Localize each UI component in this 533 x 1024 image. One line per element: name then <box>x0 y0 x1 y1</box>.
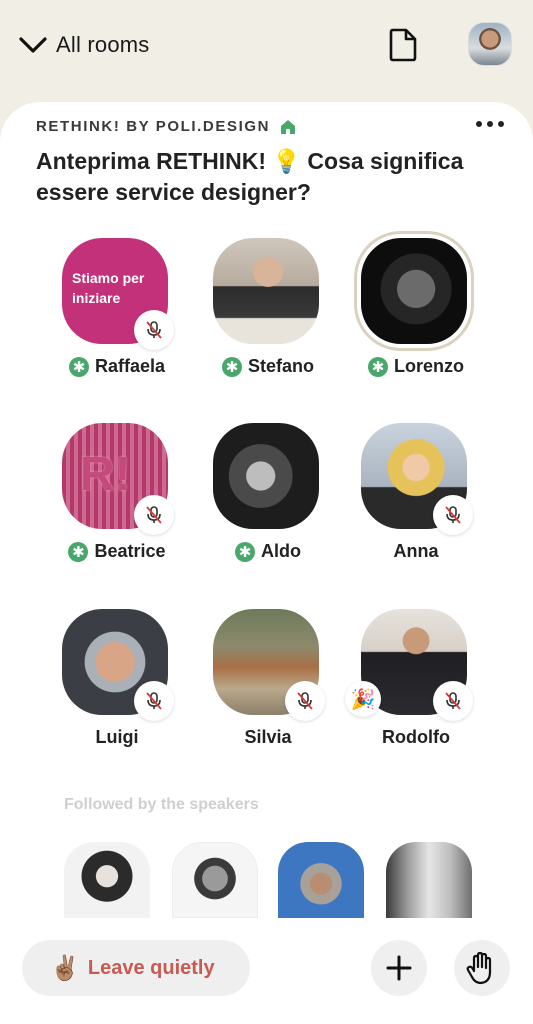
speaker-beatrice[interactable]: R! ✱ Beatrice <box>42 423 192 593</box>
mic-muted-icon <box>285 681 325 721</box>
party-popper-icon: 🎉 <box>345 681 381 717</box>
moderator-badge-icon: ✱ <box>235 541 255 562</box>
more-dots-icon[interactable] <box>472 114 508 134</box>
moderator-badge-icon: ✱ <box>68 356 89 377</box>
followed-section-label: Followed by the speakers <box>64 796 259 813</box>
speaker-name: Silvia <box>244 727 292 747</box>
follower-avatar[interactable] <box>172 842 258 918</box>
top-bar: All rooms <box>0 0 533 98</box>
speaker-name: Raffaela <box>94 356 166 376</box>
speaker-name-row: Silvia <box>193 727 343 748</box>
follower-avatar[interactable] <box>386 842 472 918</box>
speaker-name-row: ✱ Raffaela <box>42 356 192 377</box>
avatar <box>361 238 467 344</box>
add-button[interactable] <box>371 940 427 996</box>
mic-muted-icon <box>134 681 174 721</box>
speaker-name: Aldo <box>261 541 301 561</box>
moderator-badge-icon: ✱ <box>368 356 388 377</box>
moderator-badge-icon: ✱ <box>68 541 89 562</box>
speaker-name-row: ✱ Beatrice <box>42 541 192 562</box>
all-rooms-button[interactable]: All rooms <box>18 30 150 60</box>
speaker-lorenzo[interactable]: ✱ Lorenzo <box>341 238 491 408</box>
leave-quietly-label: Leave quietly <box>87 956 215 979</box>
club-row[interactable]: RETHINK! BY POLI.DESIGN <box>36 118 296 135</box>
mic-muted-icon <box>433 681 473 721</box>
follower-avatar[interactable] <box>278 842 364 918</box>
moderator-badge-icon: ✱ <box>221 356 242 377</box>
mic-muted-icon <box>134 310 174 350</box>
bottom-bar: ✌🏽 Leave quietly <box>0 922 533 1024</box>
mic-muted-icon <box>134 495 174 535</box>
leave-quietly-button[interactable]: ✌🏽 Leave quietly <box>22 940 250 996</box>
speaker-stefano[interactable]: ✱ Stefano <box>193 238 343 408</box>
speaker-name-row: Luigi <box>42 727 192 748</box>
speaker-name-row: Rodolfo <box>341 727 491 748</box>
speaker-name: Rodolfo <box>382 727 450 747</box>
profile-avatar[interactable] <box>468 22 512 66</box>
raise-hand-button[interactable] <box>454 940 510 996</box>
plus-icon <box>386 955 412 981</box>
speaker-name-row: ✱ Stefano <box>193 356 343 377</box>
club-name: RETHINK! BY POLI.DESIGN <box>36 118 271 135</box>
speaker-name-row: ✱ Aldo <box>193 541 343 562</box>
speaker-silvia[interactable]: Silvia <box>193 609 343 779</box>
room-title: Anteprima RETHINK! 💡 Cosa significa esse… <box>36 148 464 205</box>
raise-hand-icon <box>466 951 492 985</box>
speaker-rodolfo[interactable]: 🎉 Rodolfo <box>341 609 491 779</box>
document-icon[interactable] <box>388 27 418 63</box>
avatar-text: Stiamo per iniziare <box>72 270 145 306</box>
speaker-anna[interactable]: Anna <box>341 423 491 593</box>
house-icon <box>281 119 296 134</box>
mic-muted-icon <box>433 495 473 535</box>
speaker-name: Lorenzo <box>394 356 464 376</box>
avatar <box>213 238 319 344</box>
speaker-name: Stefano <box>247 356 314 376</box>
speaker-name: Anna <box>393 541 439 561</box>
avatar <box>213 423 319 529</box>
all-rooms-label: All rooms <box>56 32 150 57</box>
follower-avatar[interactable] <box>64 842 150 918</box>
chevron-down-icon <box>19 37 47 53</box>
speaker-name-row: Anna <box>341 541 491 562</box>
avatar-text: R! <box>80 448 131 501</box>
speaker-raffaela[interactable]: Stiamo per iniziare ✱ Raffaela <box>42 238 192 408</box>
speaker-aldo[interactable]: ✱ Aldo <box>193 423 343 593</box>
peace-hand-icon: ✌🏽 <box>50 954 80 982</box>
speaker-luigi[interactable]: Luigi <box>42 609 192 779</box>
speaker-name: Beatrice <box>94 541 166 561</box>
speaker-name: Luigi <box>95 727 139 747</box>
room-card: RETHINK! BY POLI.DESIGN Anteprima RETHIN… <box>0 102 533 1024</box>
speaker-name-row: ✱ Lorenzo <box>341 356 491 377</box>
